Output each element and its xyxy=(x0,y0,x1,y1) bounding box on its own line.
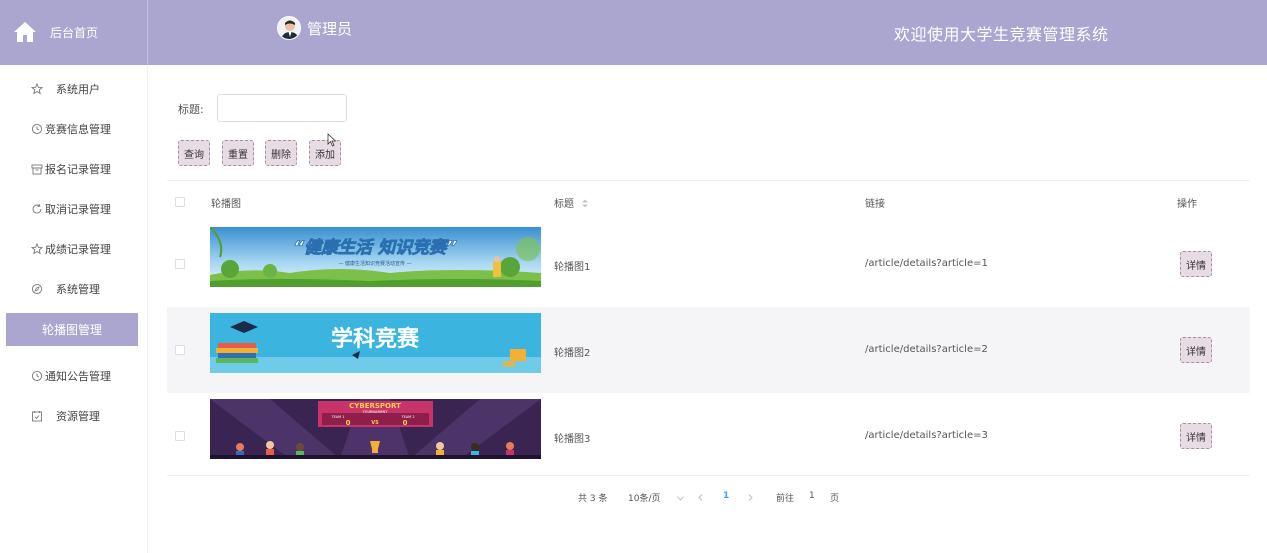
select-all-checkbox[interactable] xyxy=(175,197,185,207)
sidebar-item-label: 竞赛信息管理 xyxy=(45,123,111,136)
sidebar-item-label: 系统管理 xyxy=(56,283,100,296)
sidebar-item-resource-management[interactable]: 资源管理 xyxy=(0,399,148,433)
compass-icon xyxy=(31,283,43,295)
sidebar-item-label: 资源管理 xyxy=(56,410,100,423)
banner-3-vs: VS xyxy=(371,420,379,426)
reset-button[interactable]: 重置 xyxy=(222,140,254,166)
home-icon xyxy=(14,22,36,42)
sidebar-item-cancel-records[interactable]: 取消记录管理 xyxy=(0,192,148,226)
sidebar-item-label: 报名记录管理 xyxy=(45,163,111,176)
carousel-image-1: “健康生活 知识竞赛” — 健康生活知识竞赛活动宣传 — xyxy=(210,227,541,287)
welcome-title: 欢迎使用大学生竞赛管理系统 xyxy=(894,25,1109,44)
delete-button[interactable]: 删除 xyxy=(265,140,297,166)
sidebar-item-carousel-management[interactable]: 轮播图管理 xyxy=(6,313,138,346)
query-button[interactable]: 查询 xyxy=(178,140,210,166)
pagination-total: 共 3 条 xyxy=(578,494,608,504)
row-checkbox[interactable] xyxy=(175,431,185,441)
clock-icon xyxy=(31,370,43,382)
sidebar-item-score-records[interactable]: 成绩记录管理 xyxy=(0,232,148,266)
archive-icon xyxy=(31,164,43,175)
detail-button[interactable]: 详情 xyxy=(1180,337,1212,363)
row-link: /article/details?article=3 xyxy=(865,430,988,441)
detail-button[interactable]: 详情 xyxy=(1180,423,1212,449)
row-checkbox[interactable] xyxy=(175,259,185,269)
sort-icon[interactable] xyxy=(581,199,589,208)
refresh-icon xyxy=(32,203,42,214)
table-row: “健康生活 知识竞赛” — 健康生活知识竞赛活动宣传 — 轮播图1 /artic… xyxy=(167,221,1250,307)
prev-page-icon[interactable] xyxy=(698,494,703,501)
row-checkbox[interactable] xyxy=(175,345,185,355)
column-header-action: 操作 xyxy=(1177,199,1197,210)
carousel-image-2: 学科竞赛 xyxy=(210,313,541,373)
banner-3-team1: TEAM 1 xyxy=(330,415,344,419)
goto-label: 前往 xyxy=(776,494,795,504)
carousel-image-3: CYBERSPORT TOURNAMENT TEAM 1 TEAM 2 0 VS… xyxy=(210,399,541,459)
title-search-input[interactable] xyxy=(217,94,347,122)
star-icon xyxy=(31,243,43,255)
sidebar-item-system-users[interactable]: 系统用户 xyxy=(0,72,148,106)
banner-3-score1: 0 xyxy=(346,419,351,427)
calendar-icon xyxy=(32,411,42,422)
sidebar-item-registration-records[interactable]: 报名记录管理 xyxy=(0,152,148,186)
top-header: 后台首页 管理员 欢迎使用大学生竞赛管理系统 xyxy=(0,0,1267,65)
sidebar-item-label: 成绩记录管理 xyxy=(45,243,111,256)
sidebar-item-label: 取消记录管理 xyxy=(45,203,111,216)
page-size-value: 10条/页 xyxy=(628,494,661,504)
home-link[interactable]: 后台首页 xyxy=(0,0,148,65)
home-label: 后台首页 xyxy=(50,26,99,40)
row-link: /article/details?article=2 xyxy=(865,344,988,355)
table-header: 轮播图 标题 链接 操作 xyxy=(167,181,1250,221)
banner-2-title: 学科竞赛 xyxy=(331,326,420,352)
mouse-cursor-icon xyxy=(327,133,337,147)
next-page-icon[interactable] xyxy=(748,494,753,501)
row-title: 轮播图2 xyxy=(554,348,591,359)
clock-icon xyxy=(31,123,43,135)
banner-3-score2: 0 xyxy=(403,419,408,427)
banner-3-title: CYBERSPORT xyxy=(349,402,401,410)
carousel-table: 轮播图 标题 链接 操作 “健康生活 知识竞赛” — 健康生活知识竞赛活动宣传 … xyxy=(167,180,1250,476)
avatar xyxy=(277,16,301,40)
detail-button[interactable]: 详情 xyxy=(1180,251,1212,277)
row-title: 轮播图1 xyxy=(554,262,591,273)
sidebar-item-notice-management[interactable]: 通知公告管理 xyxy=(0,359,148,393)
column-header-title-text: 标题 xyxy=(554,199,574,210)
banner-1-subtitle: — 健康生活知识竞赛活动宣传 — xyxy=(338,260,411,267)
star-icon xyxy=(31,83,43,95)
title-search-label: 标题: xyxy=(178,103,204,116)
table-row: 学科竞赛 轮播图2 /article/details?article=2 详情 xyxy=(167,307,1250,393)
admin-label: 管理员 xyxy=(307,19,353,38)
sidebar-item-label: 系统用户 xyxy=(56,83,100,96)
sidebar-item-system-management[interactable]: 系统管理 xyxy=(0,272,148,306)
goto-page-input[interactable]: 1 xyxy=(809,491,815,501)
column-header-link: 链接 xyxy=(865,199,885,210)
banner-3-subtitle: TOURNAMENT xyxy=(362,410,389,414)
row-link: /article/details?article=1 xyxy=(865,258,988,269)
column-header-title[interactable]: 标题 xyxy=(554,195,589,210)
page-unit-label: 页 xyxy=(830,494,840,504)
row-title: 轮播图3 xyxy=(554,434,591,445)
column-header-image: 轮播图 xyxy=(211,199,241,210)
sidebar-item-label: 通知公告管理 xyxy=(45,370,111,383)
sidebar: 系统用户 竞赛信息管理 报名记录管理 取消记录管理 成绩记录管理 系统管理 轮播… xyxy=(0,65,148,553)
admin-profile[interactable]: 管理员 xyxy=(277,16,352,40)
chevron-down-icon xyxy=(677,496,685,501)
banner-1-title: “健康生活 知识竞赛” xyxy=(293,238,457,258)
sidebar-item-label: 轮播图管理 xyxy=(41,323,102,337)
page-number-current[interactable]: 1 xyxy=(723,491,729,501)
sidebar-item-competition-info[interactable]: 竞赛信息管理 xyxy=(0,112,148,146)
page-size-select[interactable]: 10条/页 xyxy=(628,491,685,504)
avatar-icon xyxy=(278,17,300,39)
table-row: CYBERSPORT TOURNAMENT TEAM 1 TEAM 2 0 VS… xyxy=(167,393,1250,479)
